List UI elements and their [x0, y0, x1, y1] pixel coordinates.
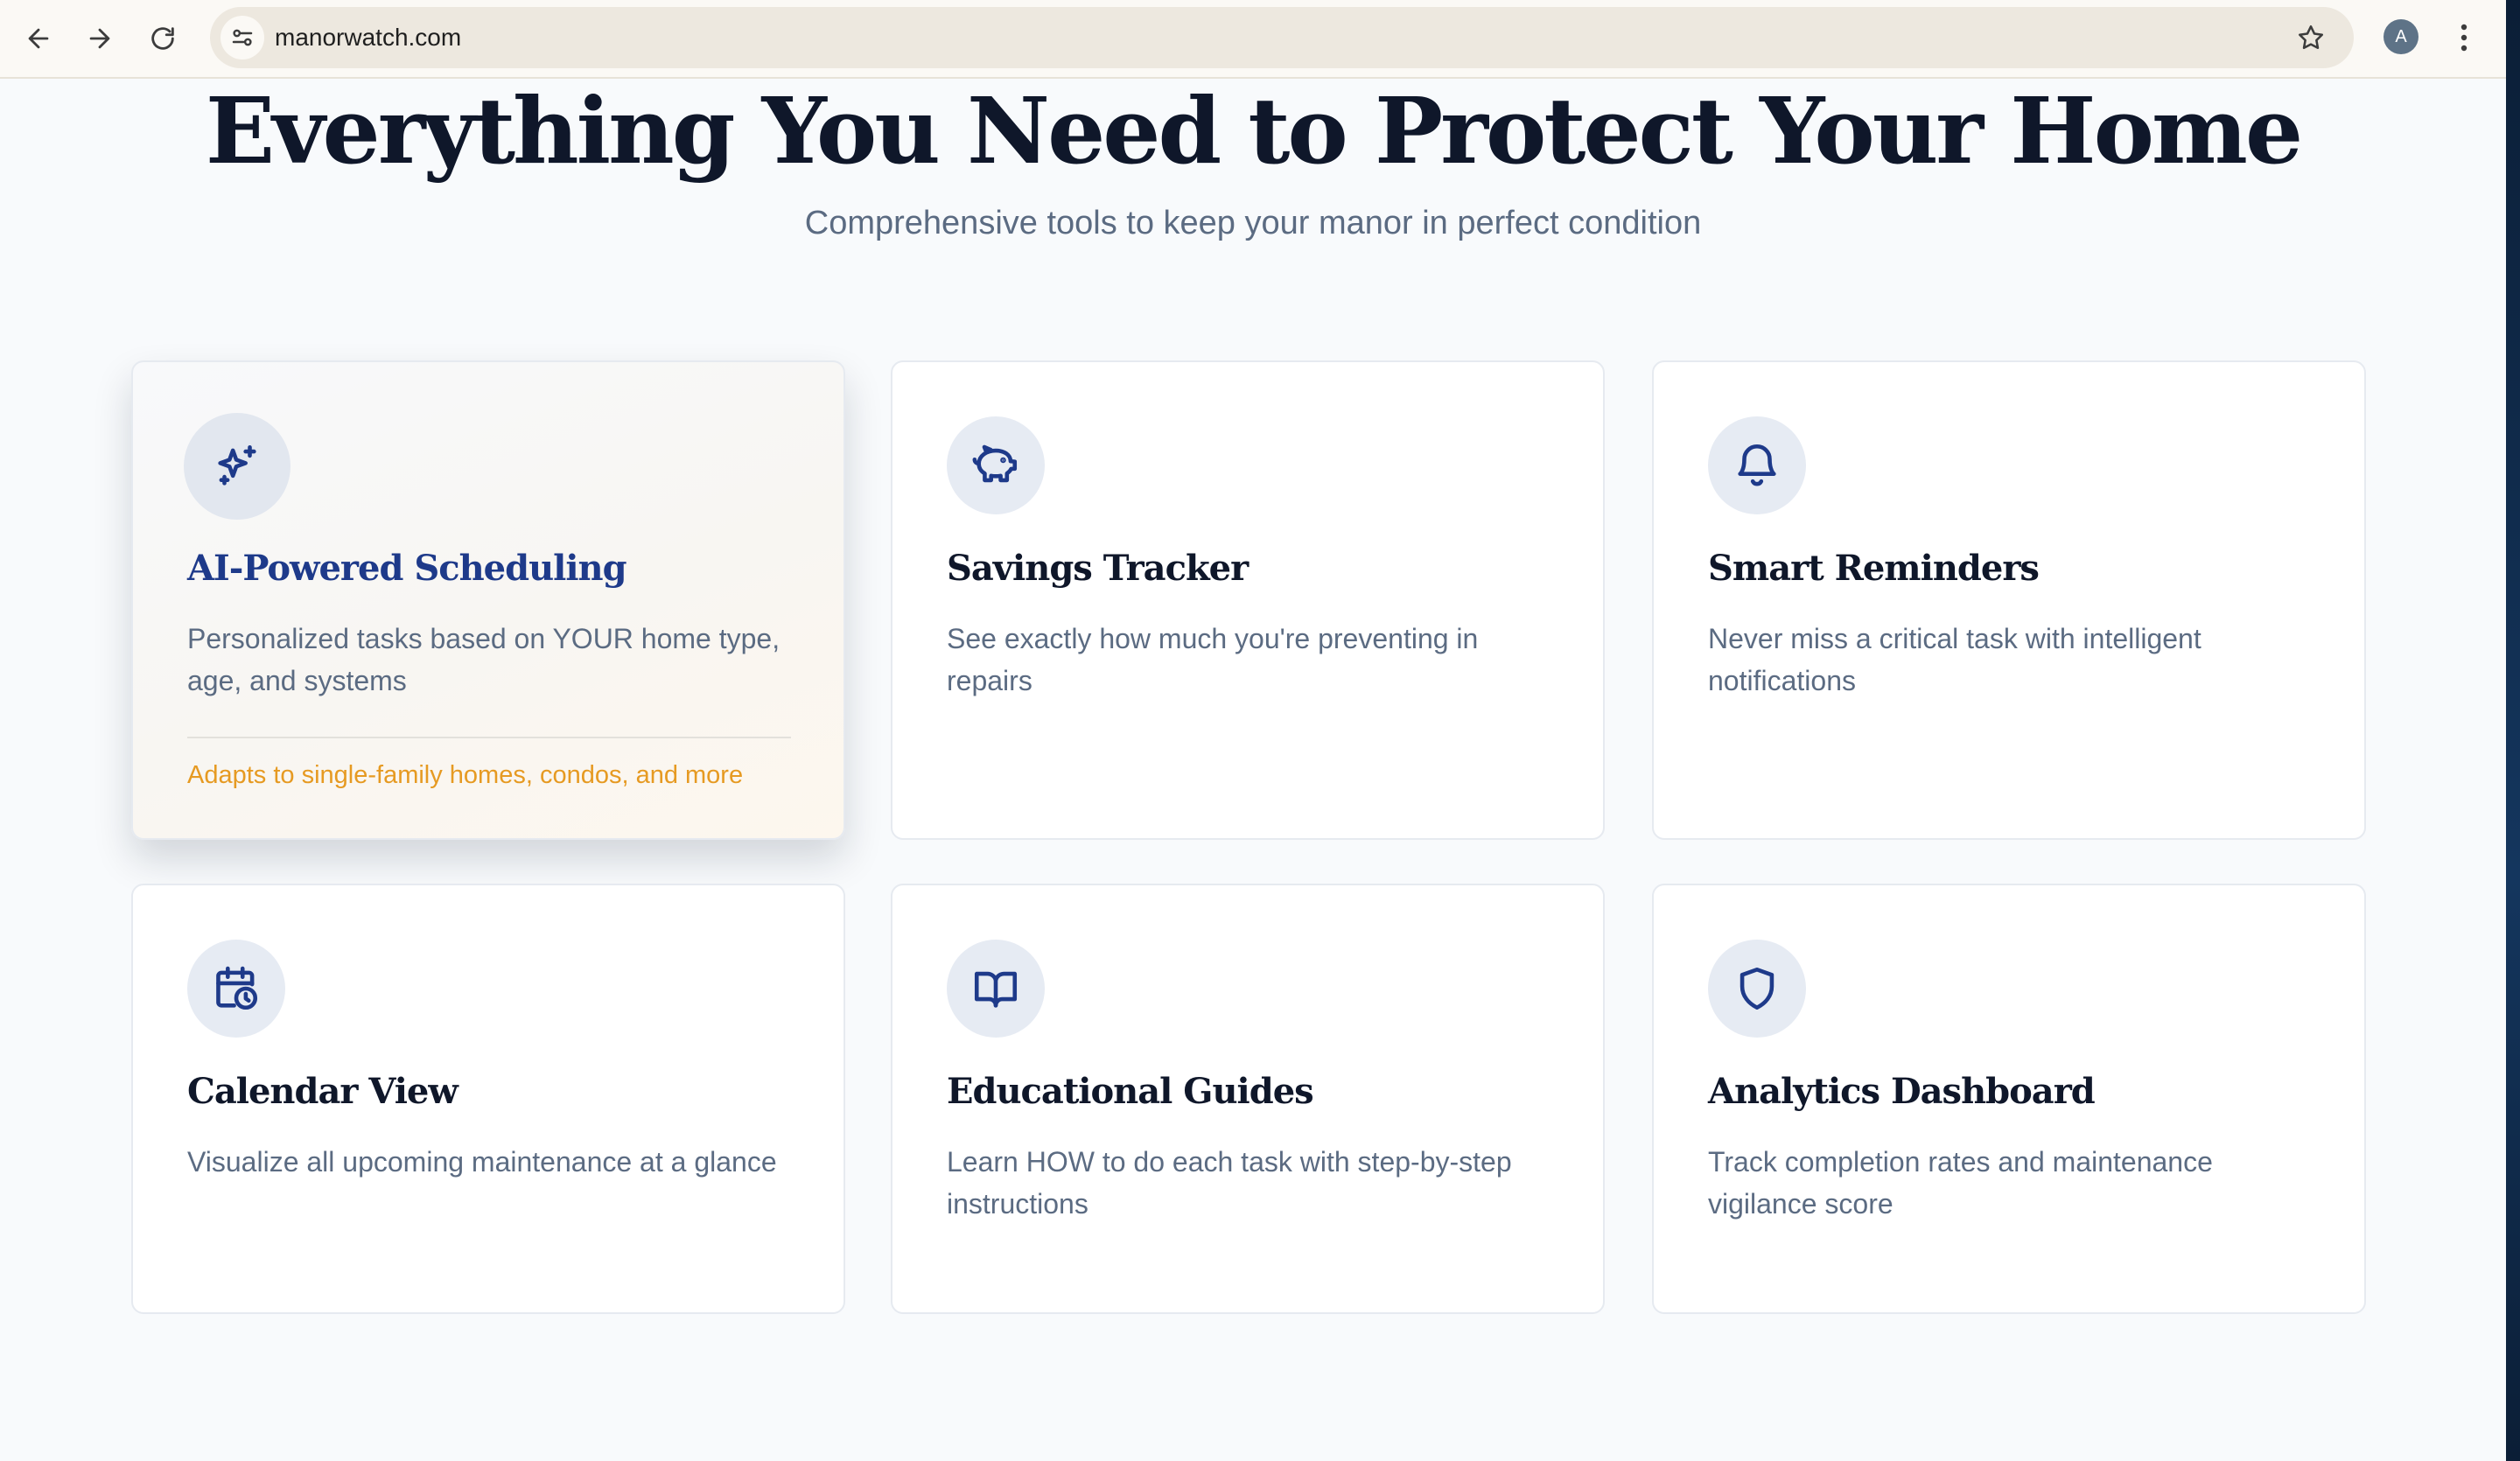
icon-badge	[187, 940, 285, 1038]
site-info-button[interactable]	[220, 16, 264, 59]
feature-title: Calendar View	[187, 1071, 458, 1112]
feature-description: Never miss a critical task with intellig…	[1708, 623, 2202, 696]
url-text[interactable]: manorwatch.com	[275, 7, 461, 68]
page-subtitle: Comprehensive tools to keep your manor i…	[804, 205, 1702, 241]
back-button[interactable]	[16, 16, 61, 61]
feature-title: AI-Powered Scheduling	[187, 548, 627, 589]
feature-title: Educational Guides	[947, 1071, 1314, 1112]
arrow-right-icon	[89, 28, 110, 49]
feature-title: Analytics Dashboard	[1708, 1071, 2096, 1112]
feature-description: Personalized tasks based on YOUR home ty…	[187, 623, 780, 696]
feature-description: See exactly how much you're preventing i…	[947, 623, 1479, 696]
more-vert-icon	[2460, 24, 2468, 52]
feature-card-analytics-dashboard[interactable]: Analytics Dashboard Track completion rat…	[1652, 884, 2366, 1314]
browser-window: manorwatch.com A Everything You Need to …	[0, 0, 2506, 1461]
icon-badge	[184, 413, 290, 520]
feature-description: Track completion rates and maintenance v…	[1708, 1146, 2213, 1220]
page-title: Everything You Need to Protect Your Home	[205, 77, 2303, 185]
sparkles-icon	[218, 444, 256, 486]
reload-icon	[151, 27, 174, 50]
feature-description: Visualize all upcoming maintenance at a …	[187, 1146, 777, 1178]
icon-badge	[947, 940, 1045, 1038]
arrow-left-icon	[28, 28, 49, 49]
star-icon	[2298, 24, 2324, 50]
feature-description: Learn HOW to do each task with step-by-s…	[947, 1146, 1512, 1220]
feature-card-calendar-view[interactable]: Calendar View Visualize all upcoming mai…	[131, 884, 845, 1314]
card-divider	[187, 737, 791, 738]
bookmark-button[interactable]	[2289, 16, 2333, 59]
reload-button[interactable]	[140, 16, 186, 61]
browser-menu-button[interactable]	[2448, 16, 2480, 59]
book-open-icon	[974, 971, 1018, 1008]
calendar-clock-icon	[216, 966, 258, 1010]
address-bar[interactable]: manorwatch.com	[210, 7, 2354, 68]
feature-card-ai-scheduling[interactable]: AI-Powered Scheduling Personalized tasks…	[131, 360, 845, 840]
browser-toolbar: manorwatch.com A	[0, 0, 2506, 79]
feature-card-educational-guides[interactable]: Educational Guides Learn HOW to do each …	[891, 884, 1605, 1314]
shield-icon	[1740, 967, 1774, 1010]
feature-note: Adapts to single-family homes, condos, a…	[187, 761, 744, 789]
icon-badge	[1708, 940, 1806, 1038]
bell-icon	[1738, 444, 1776, 486]
feature-card-savings-tracker[interactable]: Savings Tracker See exactly how much you…	[891, 360, 1605, 840]
icon-badge	[947, 416, 1045, 514]
piggy-bank-icon	[972, 444, 1018, 483]
forward-button[interactable]	[77, 16, 122, 61]
feature-title: Smart Reminders	[1708, 548, 2040, 589]
profile-avatar[interactable]: A	[2384, 19, 2418, 54]
desktop-background-edge	[2506, 0, 2520, 1461]
feature-card-smart-reminders[interactable]: Smart Reminders Never miss a critical ta…	[1652, 360, 2366, 840]
icon-badge	[1708, 416, 1806, 514]
tune-icon	[232, 29, 253, 46]
feature-title: Savings Tracker	[947, 548, 1249, 589]
